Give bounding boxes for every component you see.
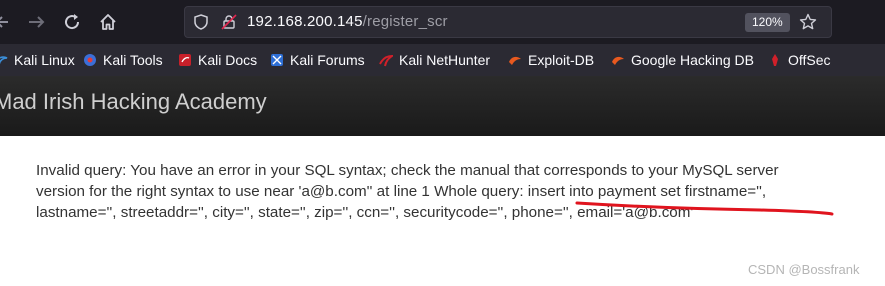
error-line-3: lastname='', streetaddr='', city='', sta… — [36, 204, 694, 221]
kali-dragon-icon — [0, 53, 8, 67]
bookmark-star-icon[interactable] — [799, 13, 817, 31]
bookmark-kali-nethunter[interactable]: Kali NetHunter — [379, 51, 490, 69]
bookmark-label: Exploit-DB — [528, 52, 595, 68]
bookmark-label: Google Hacking DB — [631, 52, 754, 68]
browser-toolbar: 192.168.200.145/register_scr 120% — [0, 0, 885, 44]
bookmark-label: Kali Docs — [198, 52, 258, 68]
url-text[interactable]: 192.168.200.145/register_scr — [247, 13, 448, 30]
url-path: /register_scr — [362, 13, 448, 30]
back-icon[interactable] — [0, 12, 16, 32]
bookmark-offsec[interactable]: OffSec — [768, 51, 831, 69]
exploit-db-icon — [508, 53, 522, 67]
kali-tools-icon — [83, 53, 97, 67]
error-line-1: Invalid query: You have an error in your… — [36, 162, 779, 179]
reload-icon[interactable] — [62, 12, 82, 32]
kali-forums-icon — [270, 53, 284, 67]
bookmark-kali-linux[interactable]: Kali Linux — [0, 51, 75, 69]
kali-docs-icon — [178, 53, 192, 67]
ghdb-icon — [611, 53, 625, 67]
bookmarks-bar: Kali Linux Kali Tools Kali Docs Kali For… — [0, 44, 885, 76]
watermark: CSDN @Bossfrank — [748, 262, 860, 277]
bookmark-kali-docs[interactable]: Kali Docs — [178, 51, 257, 69]
address-bar[interactable]: 192.168.200.145/register_scr 120% — [184, 6, 832, 38]
site-title[interactable]: Mad Irish Hacking Academy — [0, 89, 267, 115]
bookmark-exploit-db[interactable]: Exploit-DB — [508, 51, 594, 69]
bookmark-label: Kali Tools — [103, 52, 163, 68]
bookmark-label: Kali Linux — [14, 52, 75, 68]
offsec-icon — [768, 53, 782, 67]
bookmark-label: OffSec — [788, 52, 831, 68]
bookmark-google-hacking-db[interactable]: Google Hacking DB — [611, 51, 754, 69]
insecure-lock-icon[interactable] — [221, 14, 237, 30]
bookmark-label: Kali Forums — [290, 52, 365, 68]
zoom-level-badge[interactable]: 120% — [745, 13, 790, 32]
home-icon[interactable] — [98, 12, 118, 32]
bookmark-kali-tools[interactable]: Kali Tools — [83, 51, 163, 69]
forward-icon[interactable] — [26, 12, 46, 32]
bookmark-label: Kali NetHunter — [399, 52, 491, 68]
sql-error-message: Invalid query: You have an error in your… — [36, 160, 876, 223]
url-host: 192.168.200.145 — [247, 13, 363, 30]
kali-nethunter-icon — [379, 53, 396, 67]
site-header: Mad Irish Hacking Academy — [0, 76, 885, 136]
bookmark-kali-forums[interactable]: Kali Forums — [270, 51, 365, 69]
error-line-2: version for the right syntax to use near… — [36, 183, 767, 200]
tracking-shield-icon[interactable] — [193, 14, 209, 30]
